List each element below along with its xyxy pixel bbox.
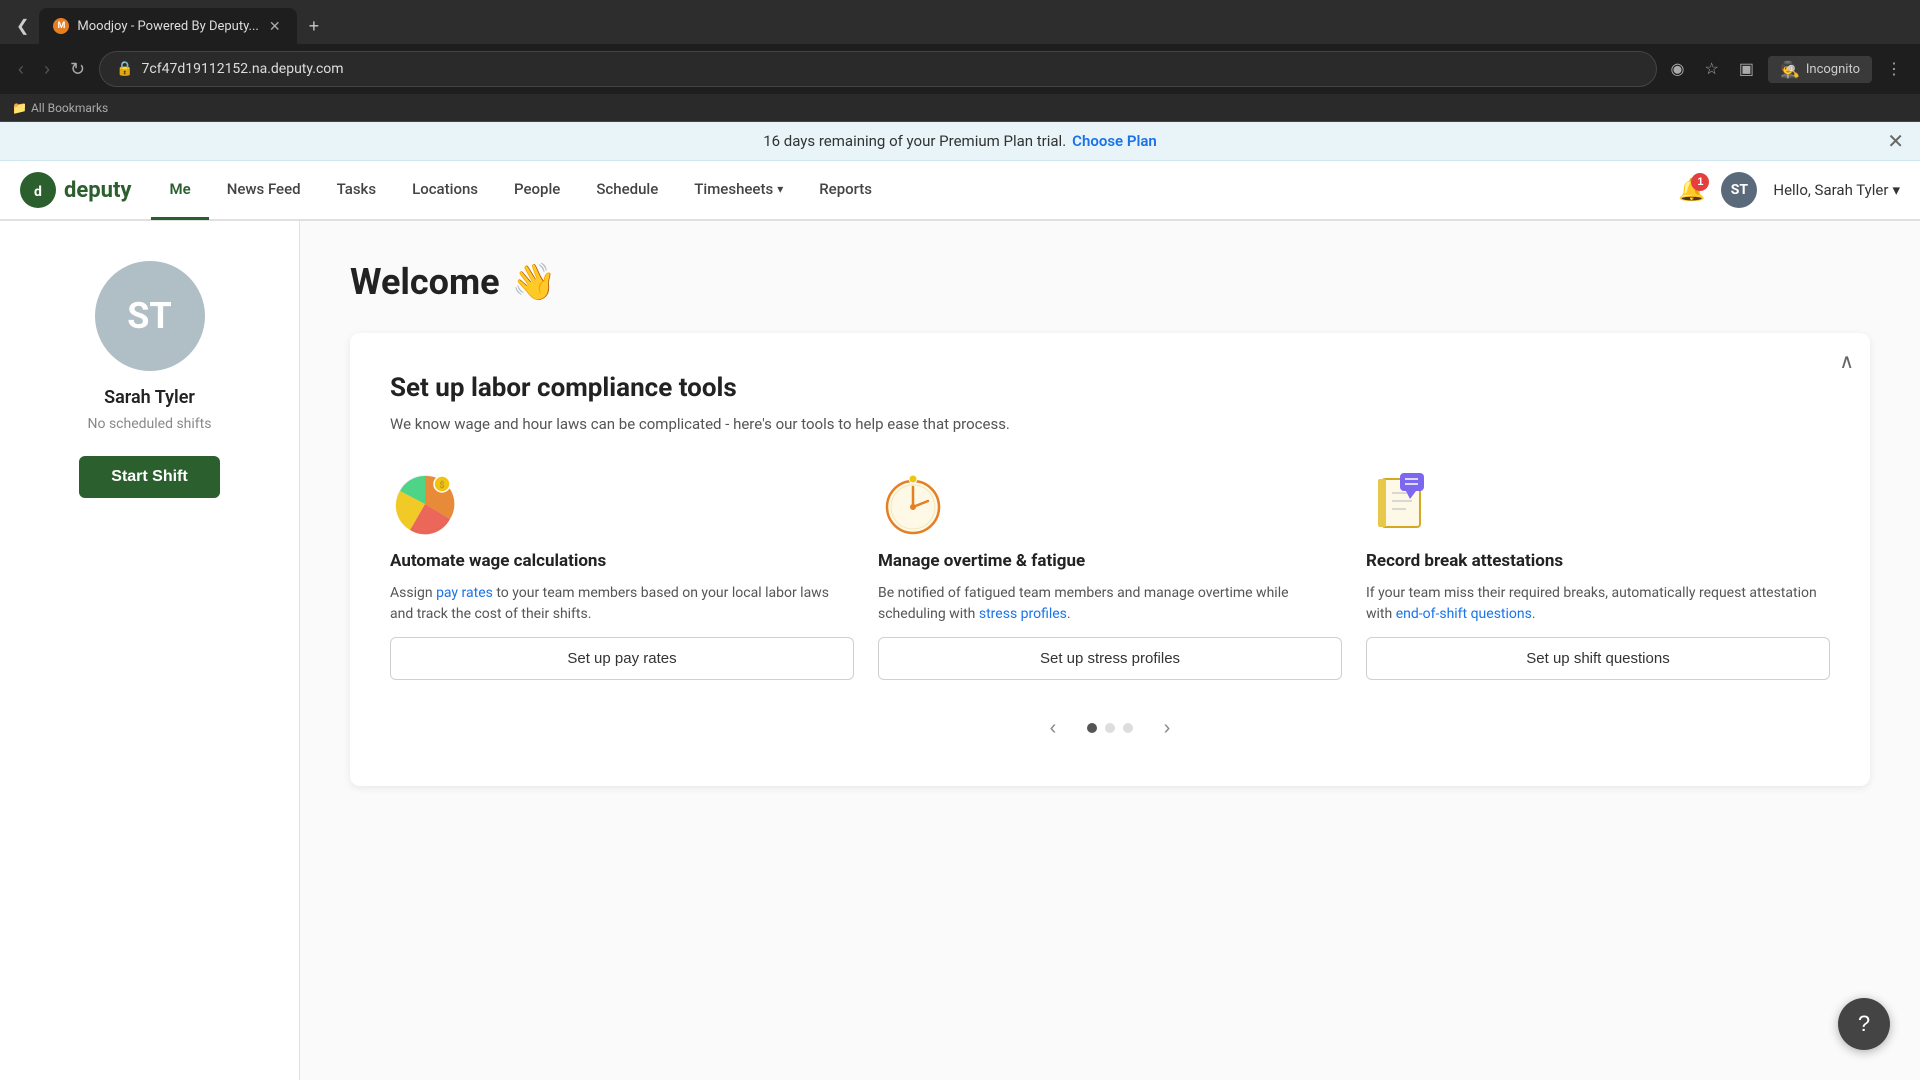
avatar: ST: [95, 261, 205, 371]
tab-close-button[interactable]: ✕: [267, 16, 283, 37]
menu-button[interactable]: ⋮: [1880, 55, 1908, 83]
set-up-stress-profiles-button[interactable]: Set up stress profiles: [878, 637, 1342, 680]
tool-item-break: Record break attestations If your team m…: [1366, 469, 1830, 680]
sidebar-user-name: Sarah Tyler: [104, 387, 195, 408]
nav-item-me[interactable]: Me: [151, 160, 208, 220]
deputy-logo-text: deputy: [64, 178, 131, 203]
bookmark-button[interactable]: ☆: [1698, 55, 1724, 83]
notification-badge: 1: [1691, 173, 1709, 191]
page-dot-3: [1123, 723, 1133, 733]
deputy-logo-svg: d: [20, 172, 56, 208]
back-button[interactable]: ‹: [12, 55, 30, 84]
set-up-shift-questions-button[interactable]: Set up shift questions: [1366, 637, 1830, 680]
sidebar-toggle-button[interactable]: ▣: [1733, 55, 1760, 83]
sidebar-status: No scheduled shifts: [88, 416, 212, 432]
tool-wage-title: Automate wage calculations: [390, 551, 854, 571]
pagination: ‹ ›: [390, 710, 1830, 746]
trial-banner-text: 16 days remaining of your Premium Plan t…: [763, 132, 1066, 150]
nav-item-timesheets[interactable]: Timesheets ▾: [676, 160, 801, 220]
collapse-button[interactable]: ∧: [1839, 349, 1854, 374]
page-dots: [1087, 723, 1133, 733]
timesheets-dropdown-icon: ▾: [777, 182, 783, 196]
app-container: 16 days remaining of your Premium Plan t…: [0, 122, 1920, 1080]
extensions-button[interactable]: ◉: [1665, 55, 1691, 83]
wage-icon: $: [390, 469, 460, 539]
pagination-next-button[interactable]: ›: [1149, 710, 1185, 746]
tool-overtime-desc: Be notified of fatigued team members and…: [878, 583, 1342, 625]
tab-title: Moodjoy - Powered By Deputy...: [77, 19, 258, 34]
nav-item-news-feed[interactable]: News Feed: [209, 160, 319, 220]
greeting-dropdown-icon: ▾: [1892, 181, 1900, 199]
tool-overtime-title: Manage overtime & fatigue: [878, 551, 1342, 571]
bookmarks-label: All Bookmarks: [31, 101, 108, 115]
active-tab[interactable]: M Moodjoy - Powered By Deputy... ✕: [39, 8, 296, 44]
nav-item-reports[interactable]: Reports: [801, 160, 890, 220]
welcome-wave-emoji: 👋: [512, 261, 557, 303]
user-greeting[interactable]: Hello, Sarah Tyler ▾: [1773, 181, 1900, 199]
labor-card-title: Set up labor compliance tools: [390, 373, 1830, 403]
end-of-shift-link[interactable]: end-of-shift questions: [1396, 606, 1532, 622]
main-layout: ST Sarah Tyler No scheduled shifts Start…: [0, 221, 1920, 1080]
svg-text:$: $: [439, 480, 444, 491]
user-avatar-nav[interactable]: ST: [1721, 172, 1757, 208]
toolbar-actions: ◉ ☆ ▣ 🕵 Incognito ⋮: [1665, 55, 1908, 83]
overtime-icon: [878, 469, 948, 539]
set-up-pay-rates-button[interactable]: Set up pay rates: [390, 637, 854, 680]
page-dot-1: [1087, 723, 1097, 733]
browser-chrome: ❮ M Moodjoy - Powered By Deputy... ✕ + ‹…: [0, 0, 1920, 122]
notification-button[interactable]: 🔔 1: [1678, 177, 1705, 203]
pay-rates-link[interactable]: pay rates: [436, 585, 493, 601]
deputy-logo[interactable]: d deputy: [20, 172, 131, 208]
bookmarks-bar: 📁 All Bookmarks: [0, 94, 1920, 122]
nav-item-locations[interactable]: Locations: [394, 160, 496, 220]
choose-plan-link[interactable]: Choose Plan: [1072, 132, 1157, 150]
nav-item-schedule[interactable]: Schedule: [578, 160, 676, 220]
incognito-label: Incognito: [1806, 62, 1860, 77]
forward-button[interactable]: ›: [38, 55, 56, 84]
svg-text:d: d: [34, 184, 42, 200]
new-tab-button[interactable]: +: [301, 12, 328, 41]
browser-toolbar: ‹ › ↻ 🔒 7cf47d19112152.na.deputy.com ◉ ☆…: [0, 44, 1920, 94]
tool-item-wage: $ Automate wage calculations Assign pay …: [390, 469, 854, 680]
tool-break-desc: If your team miss their required breaks,…: [1366, 583, 1830, 625]
trial-banner: 16 days remaining of your Premium Plan t…: [0, 122, 1920, 161]
incognito-icon: 🕵: [1780, 60, 1800, 79]
app-nav: d deputy Me News Feed Tasks Locations Pe…: [0, 161, 1920, 221]
trial-banner-close[interactable]: ✕: [1887, 129, 1904, 154]
start-shift-button[interactable]: Start Shift: [79, 456, 219, 498]
sidebar: ST Sarah Tyler No scheduled shifts Start…: [0, 221, 300, 1080]
help-button[interactable]: ?: [1838, 998, 1890, 1050]
page-dot-2: [1105, 723, 1115, 733]
incognito-badge: 🕵 Incognito: [1768, 56, 1872, 83]
tab-favicon: M: [53, 18, 69, 34]
url-display: 7cf47d19112152.na.deputy.com: [142, 61, 344, 77]
nav-item-people[interactable]: People: [496, 160, 578, 220]
content-area: Welcome 👋 ∧ Set up labor compliance tool…: [300, 221, 1920, 1080]
tab-list-button[interactable]: ❮: [10, 12, 35, 40]
tool-break-title: Record break attestations: [1366, 551, 1830, 571]
refresh-button[interactable]: ↻: [64, 55, 91, 84]
nav-item-tasks[interactable]: Tasks: [319, 160, 395, 220]
labor-card-description: We know wage and hour laws can be compli…: [390, 415, 1830, 433]
labor-compliance-card: ∧ Set up labor compliance tools We know …: [350, 333, 1870, 786]
tool-item-overtime: Manage overtime & fatigue Be notified of…: [878, 469, 1342, 680]
tool-grid: $ Automate wage calculations Assign pay …: [390, 469, 1830, 680]
welcome-heading: Welcome 👋: [350, 261, 1870, 303]
address-bar[interactable]: 🔒 7cf47d19112152.na.deputy.com: [99, 51, 1656, 87]
stress-profiles-link[interactable]: stress profiles: [979, 606, 1067, 622]
pagination-prev-button[interactable]: ‹: [1035, 710, 1071, 746]
tab-bar: ❮ M Moodjoy - Powered By Deputy... ✕ +: [0, 0, 1920, 44]
tool-wage-desc: Assign pay rates to your team members ba…: [390, 583, 854, 625]
break-icon: [1366, 469, 1436, 539]
bookmarks-icon: 📁: [12, 101, 27, 115]
nav-right: 🔔 1 ST Hello, Sarah Tyler ▾: [1678, 172, 1900, 208]
